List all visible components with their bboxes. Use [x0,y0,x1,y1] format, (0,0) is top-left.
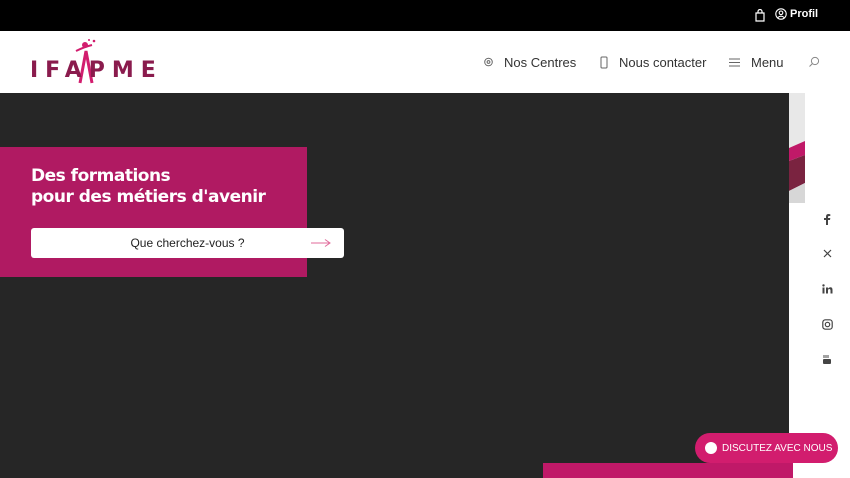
linkedin-icon[interactable] [813,284,841,302]
bottom-accent-band [543,463,793,478]
logo-text: IFAPME [30,58,163,83]
nav-nous-contacter-label: Nous contacter [619,55,707,70]
hamburger-icon [729,58,740,67]
nav-menu-label: Menu [751,55,784,70]
hero-search-button[interactable]: Que cherchez-vous ? [31,228,344,258]
user-circle-icon [775,8,787,20]
hero-title: Des formations pour des métiers d'avenir [31,166,266,208]
nav-menu[interactable]: Menu [728,55,784,70]
facebook-icon[interactable] [813,214,841,232]
profile-label: Profil [790,8,819,20]
hero-title-line2: pour des métiers d'avenir [31,187,266,207]
nav-nos-centres-label: Nos Centres [504,55,577,70]
location-pin-icon [484,57,493,66]
hero-title-line1: Des formations [31,166,171,186]
nav-nous-contacter[interactable]: Nous contacter [599,55,706,70]
top-bar: Profil [0,0,850,31]
social-bar [805,93,850,478]
chat-button[interactable]: DISCUTEZ AVEC NOUS [695,433,838,463]
instagram-icon[interactable] [813,319,841,337]
arrow-right-icon [311,239,331,247]
chat-label: DISCUTEZ AVEC NOUS [722,442,833,454]
x-icon[interactable] [813,249,841,267]
youtube-icon[interactable] [813,354,841,372]
chat-bubble-icon [705,442,717,454]
search-icon[interactable] [808,56,820,68]
hero-search-label: Que cherchez-vous ? [130,236,245,250]
phone-icon [600,56,608,69]
nav-nos-centres[interactable]: Nos Centres [483,55,576,70]
profile-link[interactable]: Profil [775,8,818,20]
hero-decoration [789,93,805,203]
shopping-bag-icon[interactable] [754,9,766,22]
